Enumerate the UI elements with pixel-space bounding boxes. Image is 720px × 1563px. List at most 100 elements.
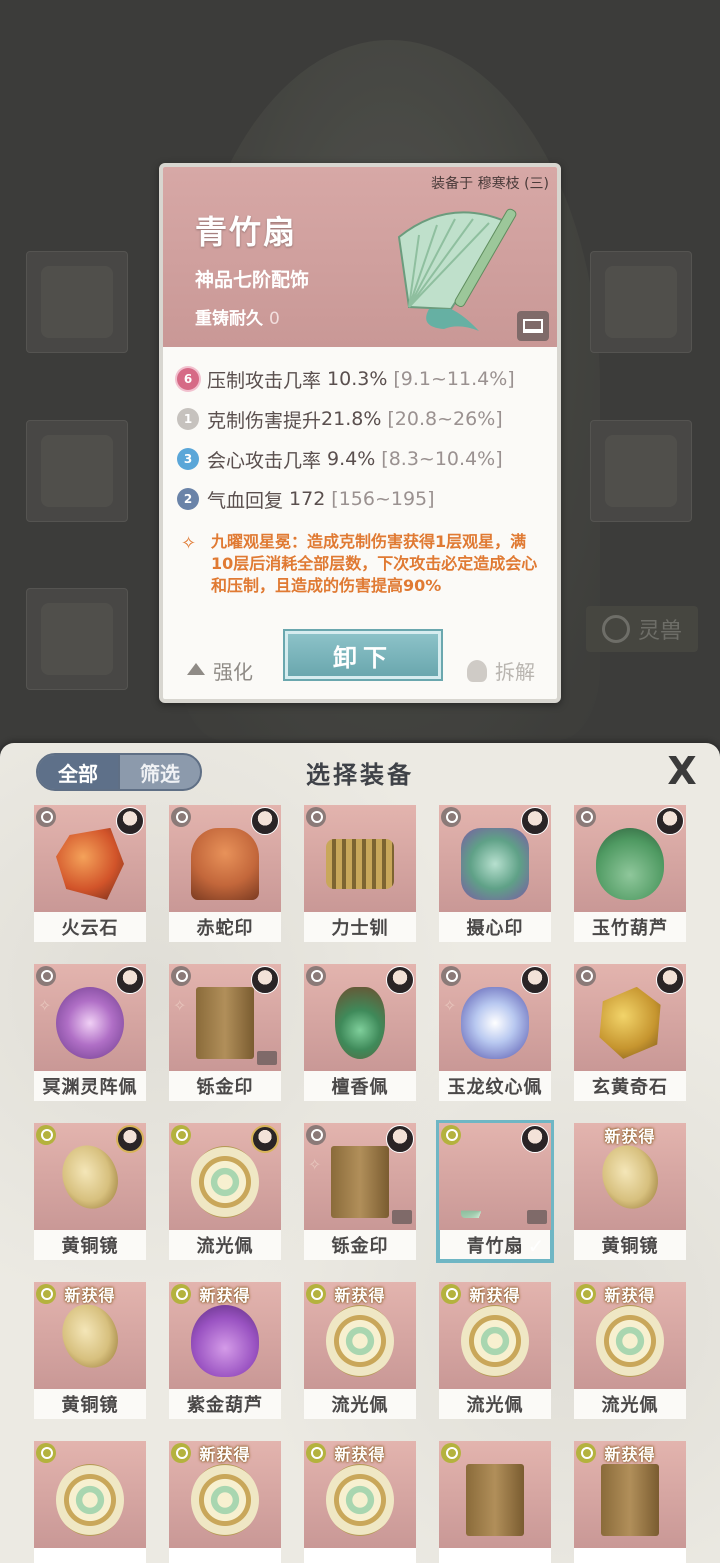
avatar — [656, 807, 684, 835]
unequip-button[interactable]: 卸下 — [283, 629, 443, 681]
ring-icon — [171, 966, 191, 986]
new-badge: 新获得 — [469, 1286, 521, 1305]
equipment-item[interactable]: 玉竹葫芦 — [574, 805, 686, 942]
stat-level-badge: 3 — [177, 448, 199, 470]
equipment-item[interactable]: 力士钏 — [304, 805, 416, 942]
dismantle-button[interactable]: 拆解 — [467, 656, 535, 685]
stat-row: 1 克制伤害提升 21.8% [20.8~26%] — [177, 399, 557, 439]
gourd-icon — [191, 1304, 259, 1377]
ring-icon — [306, 1125, 326, 1145]
new-badge: 新获得 — [64, 1286, 116, 1305]
equipment-item[interactable]: 赤蛇印 — [169, 805, 281, 942]
equipment-item[interactable]: 新获得 — [169, 1441, 281, 1563]
card-header: 装备于 穆寒枝 (三) 青竹扇 神品七阶配饰 重铸耐久 0 — [163, 167, 557, 347]
mirror-icon — [53, 1137, 127, 1217]
seal-icon — [191, 827, 259, 900]
lock-icon — [392, 1210, 412, 1224]
new-badge: 新获得 — [199, 1445, 251, 1464]
swirl-pendant-icon — [191, 1463, 259, 1536]
ring-icon — [171, 807, 191, 827]
avatar — [251, 807, 279, 835]
swirl-pendant-icon — [461, 1304, 529, 1377]
avatar — [386, 966, 414, 994]
equipment-item[interactable]: 新获得 — [574, 1441, 686, 1563]
equipment-item[interactable]: 火云石 — [34, 805, 146, 942]
equipment-item[interactable] — [439, 1441, 551, 1563]
rock-icon — [599, 986, 661, 1059]
skill-description: 九曜观星冕：造成克制伤害获得1层观星，满10层后消耗全部层数，下次攻击必定造成会… — [211, 532, 538, 595]
pendant-icon — [56, 986, 124, 1059]
close-button[interactable]: X — [662, 751, 702, 791]
equipment-grid: 火云石 赤蛇印 力士钏 摄心印 玉竹葫芦 ✧ 冥渊灵阵佩 ✧ 铄金印 檀香佩 ✧… — [34, 805, 686, 1563]
fan-icon — [461, 1145, 529, 1218]
avatar — [521, 966, 549, 994]
equipment-item[interactable]: 新获得 黄铜镜 — [34, 1282, 146, 1419]
lock-icon — [257, 1051, 277, 1065]
avatar — [656, 966, 684, 994]
ring-icon — [306, 966, 326, 986]
seal-box-icon — [601, 1463, 659, 1536]
equipment-item-selected[interactable]: 青竹扇 ✓ — [436, 1120, 554, 1263]
stat-level-badge: 1 — [177, 408, 199, 430]
equipment-item[interactable]: 流光佩 — [169, 1123, 281, 1260]
ring-icon — [36, 1125, 56, 1145]
equipment-item[interactable]: 新获得 流光佩 — [439, 1282, 551, 1419]
ring-icon — [576, 807, 596, 827]
new-badge: 新获得 — [199, 1286, 251, 1305]
seal-box-icon — [331, 1145, 389, 1218]
avatar — [251, 1125, 279, 1153]
equipment-item[interactable]: 新获得 紫金葫芦 — [169, 1282, 281, 1419]
skill-icon: ✧ — [181, 533, 197, 554]
hand-icon — [467, 659, 487, 682]
bracelet-icon — [326, 838, 394, 889]
swirl-pendant-icon — [191, 1145, 259, 1218]
avatar — [116, 1125, 144, 1153]
ring-icon — [441, 966, 461, 986]
jade-seal-icon — [461, 827, 529, 900]
equipment-detail-card: 装备于 穆寒枝 (三) 青竹扇 神品七阶配饰 重铸耐久 0 6 压制攻击几率 10… — [159, 163, 561, 703]
ring-icon — [306, 807, 326, 827]
ring-icon — [171, 1125, 191, 1145]
equipment-item[interactable]: 新获得 — [304, 1441, 416, 1563]
arrow-up-icon — [187, 662, 205, 675]
pendant-icon — [335, 986, 385, 1059]
new-badge: 新获得 — [604, 1286, 656, 1305]
equipment-item[interactable]: ✧ 玉龙纹心佩 — [439, 964, 551, 1101]
recast-durability: 重铸耐久 0 — [195, 309, 280, 329]
equipment-item[interactable]: 新获得 流光佩 — [574, 1282, 686, 1419]
equipment-item[interactable]: ✧ 铄金印 — [169, 964, 281, 1101]
equipment-item[interactable]: 新获得 黄铜镜 — [574, 1123, 686, 1260]
ring-icon — [36, 1443, 56, 1463]
swirl-pendant-icon — [596, 1304, 664, 1377]
check-icon: ✓ — [527, 1234, 545, 1258]
avatar — [116, 807, 144, 835]
equipment-item[interactable]: 摄心印 — [439, 805, 551, 942]
skill-mark-icon: ✧ — [173, 996, 187, 1015]
stats-list: 6 压制攻击几率 10.3% [9.1~11.4%] 1 克制伤害提升 21.8… — [163, 347, 557, 519]
lock-button[interactable] — [517, 311, 549, 341]
ring-icon — [36, 966, 56, 986]
stat-level-badge: 2 — [177, 488, 199, 510]
new-badge: 新获得 — [604, 1127, 656, 1146]
ring-icon — [36, 807, 56, 827]
avatar — [521, 807, 549, 835]
stone-icon — [56, 827, 124, 900]
equipment-item[interactable]: ✧ 冥渊灵阵佩 — [34, 964, 146, 1101]
upgrade-button[interactable]: 强化 — [187, 656, 253, 685]
mirror-icon — [593, 1137, 667, 1217]
equipment-item[interactable]: 檀香佩 — [304, 964, 416, 1101]
card-actions: 强化 卸下 拆解 — [163, 629, 557, 699]
stat-row: 6 压制攻击几率 10.3% [9.1~11.4%] — [177, 359, 557, 399]
equipment-item[interactable]: 新获得 流光佩 — [304, 1282, 416, 1419]
ring-icon — [441, 1443, 461, 1463]
ring-icon — [576, 966, 596, 986]
equipment-item[interactable]: 玄黄奇石 — [574, 964, 686, 1101]
equipment-item[interactable]: ✧ 铄金印 — [304, 1123, 416, 1260]
equipment-item[interactable] — [34, 1441, 146, 1563]
equipment-select-panel: 全部 筛选 选择装备 X 火云石 赤蛇印 力士钏 摄心印 玉竹葫芦 ✧ 冥渊灵阵… — [0, 743, 720, 1563]
skill-mark-icon: ✧ — [443, 996, 457, 1015]
equipment-item[interactable]: 黄铜镜 — [34, 1123, 146, 1260]
swirl-pendant-icon — [326, 1463, 394, 1536]
gourd-icon — [596, 827, 664, 900]
skill-mark-icon: ✧ — [308, 1155, 322, 1174]
